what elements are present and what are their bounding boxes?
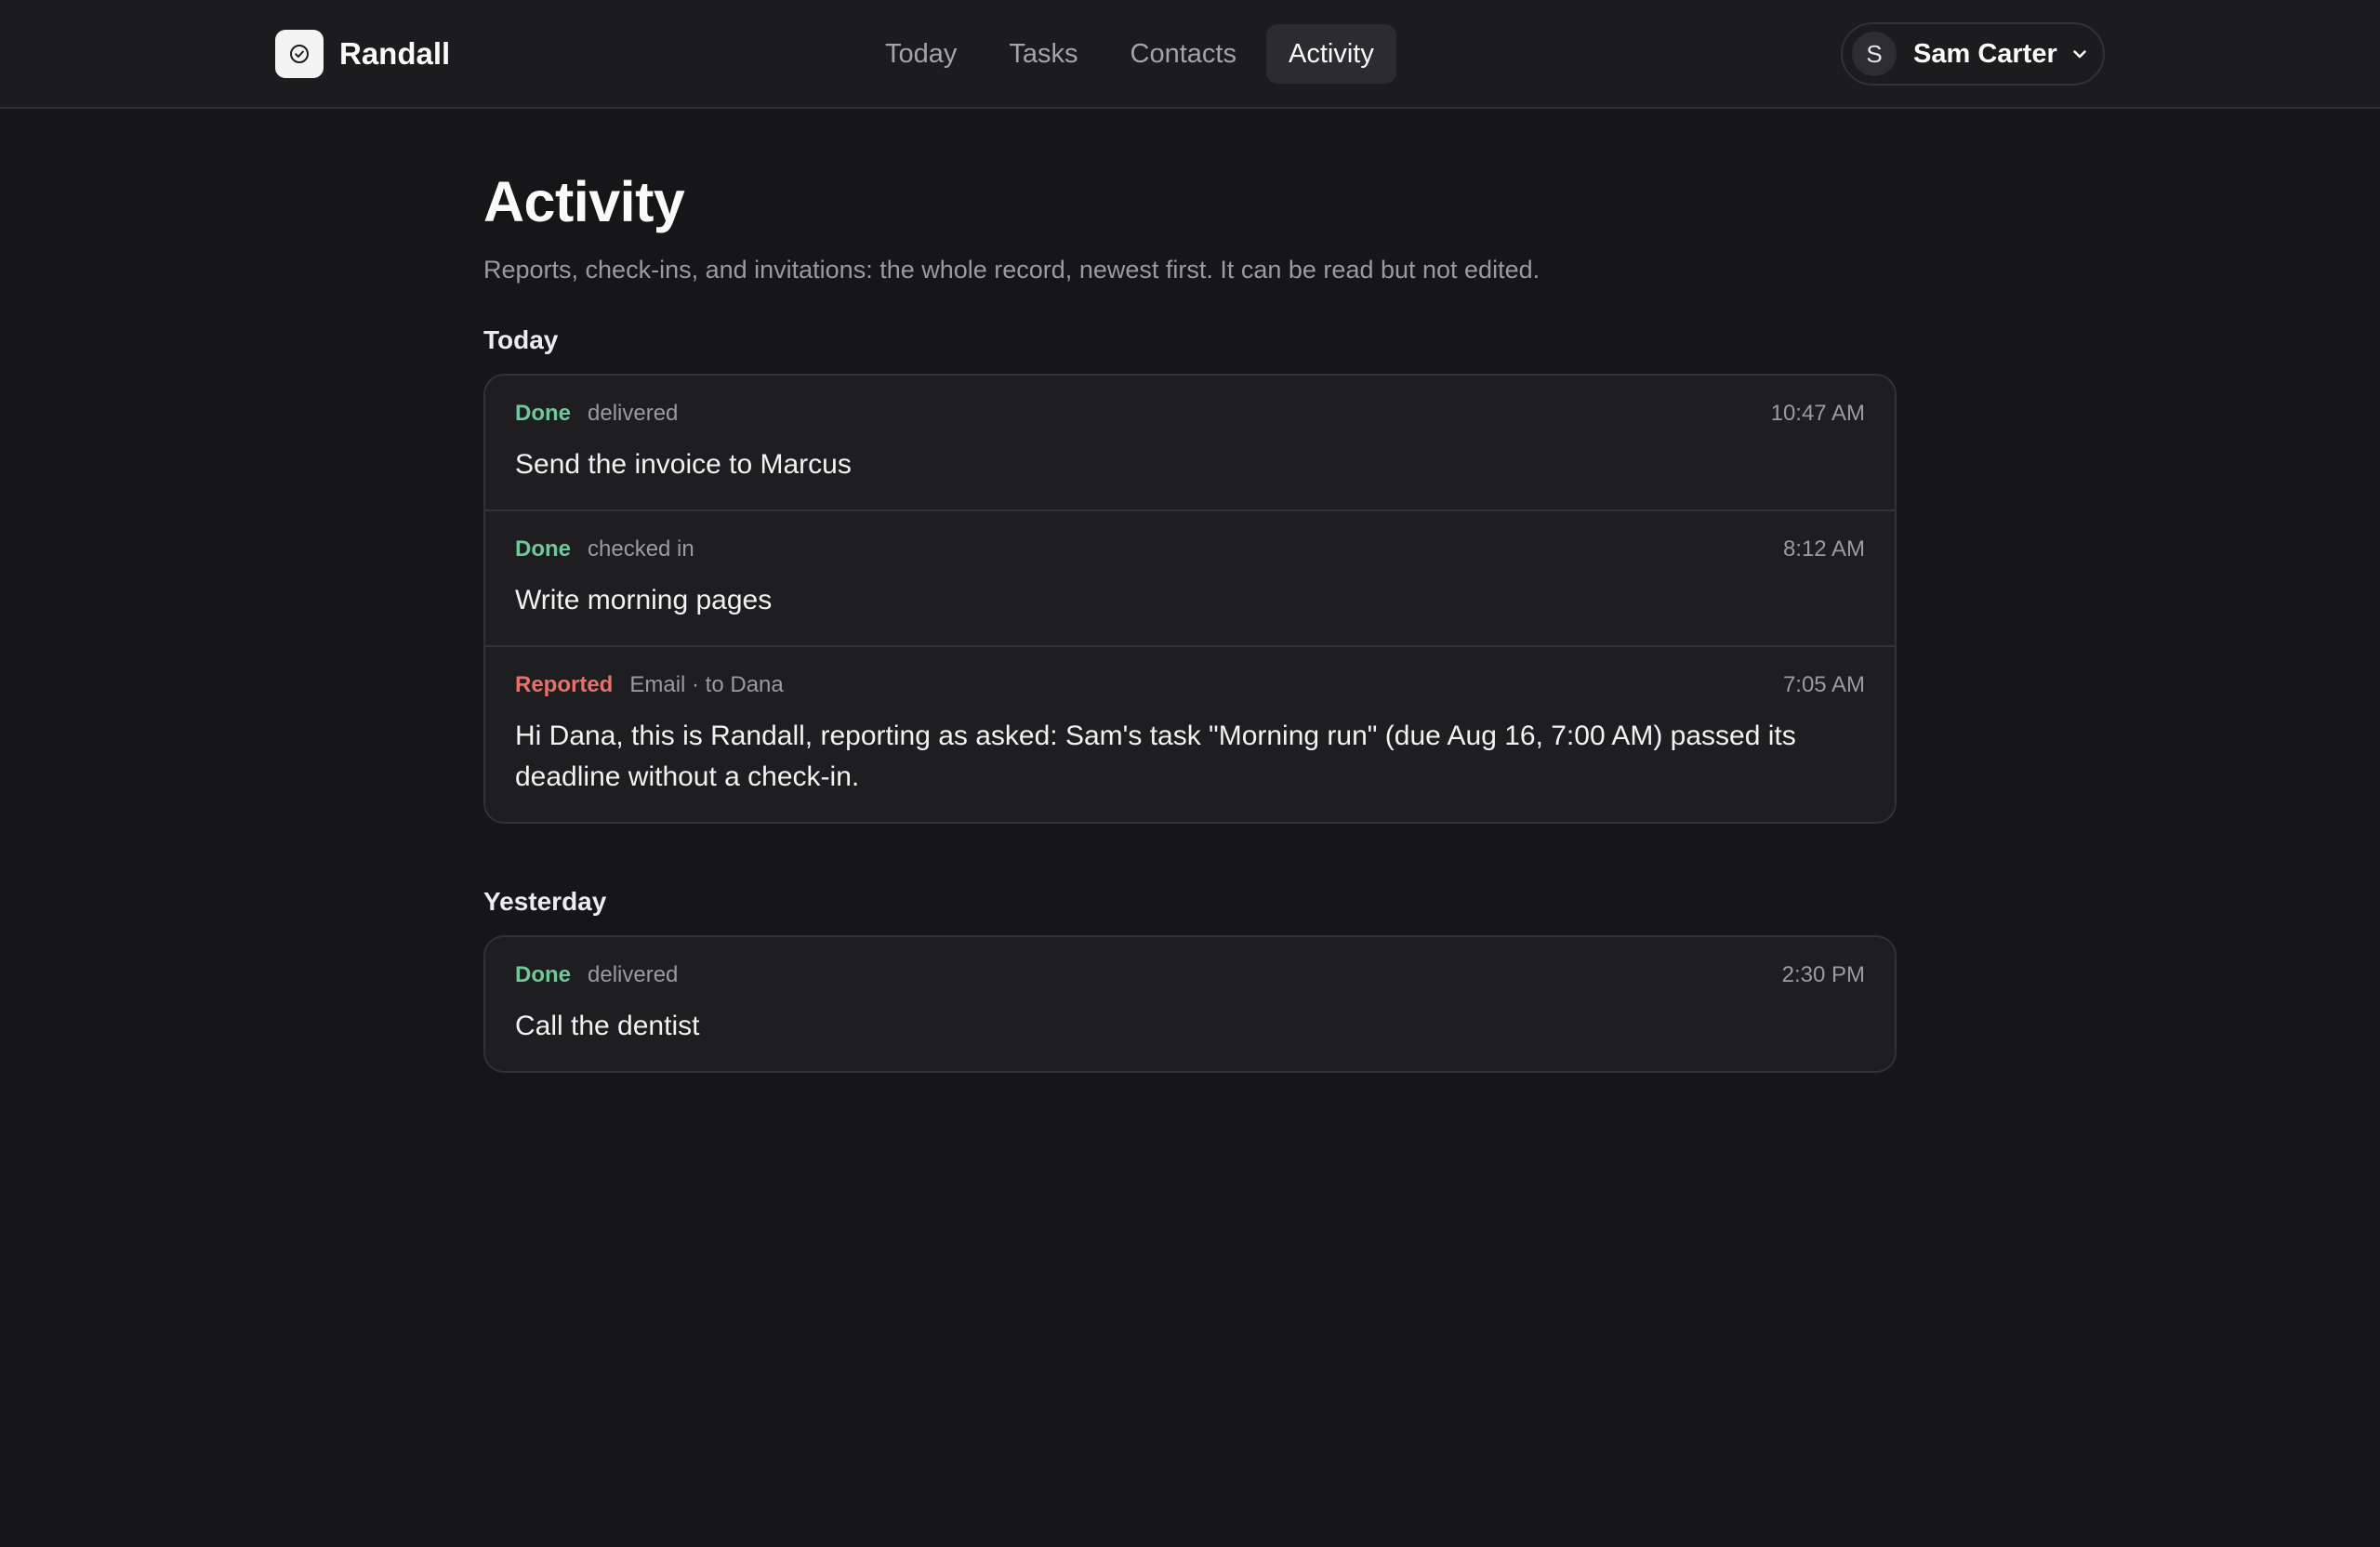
chevron-down-icon (2070, 45, 2089, 63)
user-menu-button[interactable]: S Sam Carter (1841, 22, 2105, 86)
main-content: Activity Reports, check-ins, and invitat… (483, 169, 1897, 1073)
nav-tab-activity[interactable]: Activity (1265, 24, 1396, 84)
entry-time: 2:30 PM (1781, 962, 1865, 987)
main-nav: Today Tasks Contacts Activity (863, 24, 1396, 84)
nav-tab-today[interactable]: Today (863, 24, 979, 84)
page-title: Activity (483, 170, 685, 233)
entry-time: 7:05 AM (1782, 672, 1865, 697)
group-label: Today (483, 325, 559, 354)
status-label: Done (515, 536, 571, 562)
nav-tab-tasks[interactable]: Tasks (986, 24, 1100, 84)
entry-time: 8:12 AM (1782, 536, 1865, 562)
activity-entry: Done delivered 10:47 AM Send the invoice… (485, 376, 1895, 511)
activity-list: Done delivered 2:30 PM Call the dentist (483, 935, 1897, 1073)
activity-group-yesterday: Yesterday Done delivered 2:30 PM Call th… (483, 885, 1897, 1073)
activity-entry: Reported Email · to Dana 7:05 AM Hi Dana… (485, 647, 1895, 822)
activity-list: Done delivered 10:47 AM Send the invoice… (483, 374, 1897, 824)
page-subtitle: Reports, check-ins, and invitations: the… (483, 256, 1540, 284)
status-label: Done (515, 401, 571, 426)
entry-text: Write morning pages (515, 585, 773, 615)
entry-detail: delivered (588, 962, 679, 987)
status-label: Reported (515, 672, 614, 697)
nav-tab-contacts[interactable]: Contacts (1108, 24, 1259, 84)
avatar: S (1852, 32, 1897, 76)
brand[interactable]: Randall (275, 30, 450, 78)
entry-text: Hi Dana, this is Randall, reporting as a… (515, 721, 1796, 792)
entry-detail: Email · to Dana (629, 672, 784, 697)
group-label: Yesterday (483, 887, 607, 916)
check-circle-icon (275, 30, 324, 78)
entry-detail: delivered (588, 401, 679, 426)
entry-detail: checked in (588, 536, 694, 562)
activity-entry: Done delivered 2:30 PM Call the dentist (485, 937, 1895, 1071)
entry-text: Call the dentist (515, 1011, 700, 1041)
activity-group-today: Today Done delivered 10:47 AM Send the i… (483, 324, 1897, 824)
activity-entry: Done checked in 8:12 AM Write morning pa… (485, 511, 1895, 647)
status-label: Done (515, 962, 571, 987)
top-bar: Randall Today Tasks Contacts Activity S … (0, 0, 2380, 109)
user-name: Sam Carter (1913, 38, 2057, 69)
app-name: Randall (339, 36, 451, 71)
entry-text: Send the invoice to Marcus (515, 449, 852, 480)
entry-time: 10:47 AM (1770, 401, 1865, 426)
